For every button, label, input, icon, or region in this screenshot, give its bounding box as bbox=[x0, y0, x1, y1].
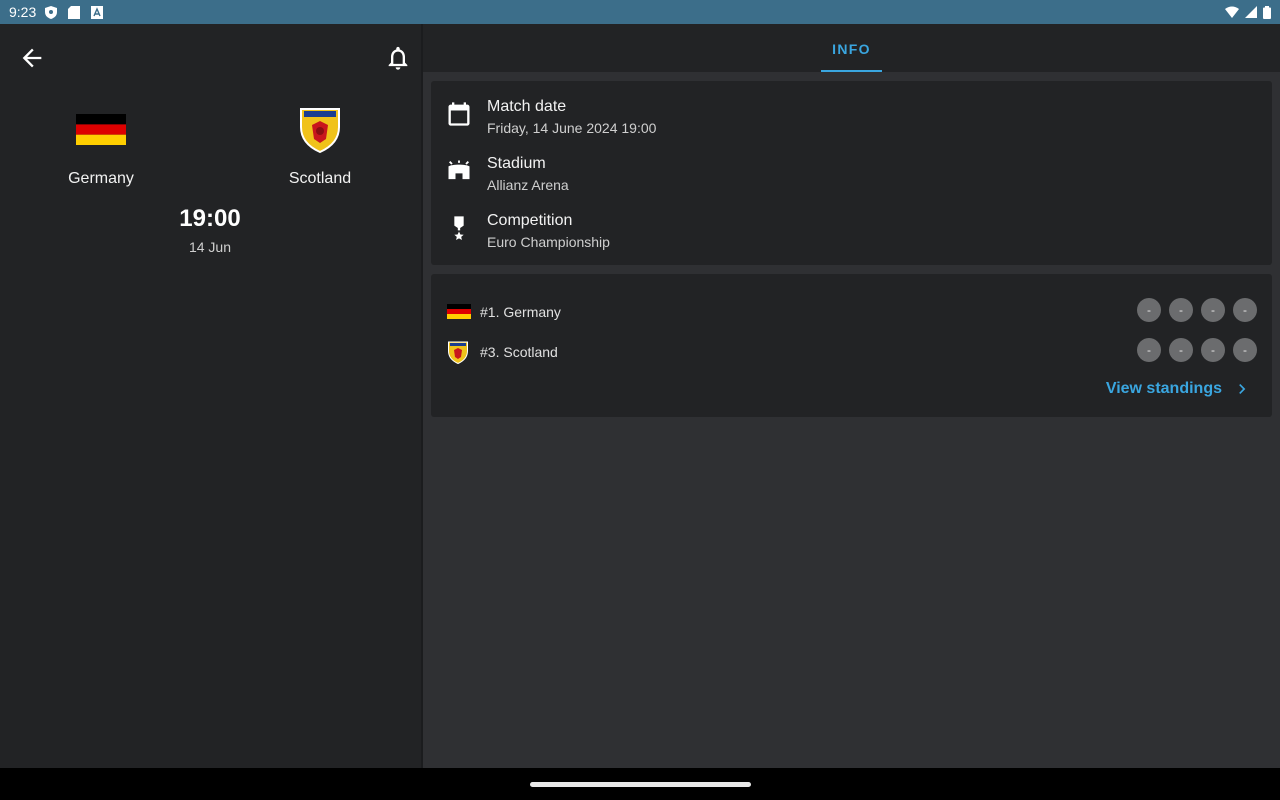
stadium-icon bbox=[448, 160, 470, 180]
form-result: - bbox=[1201, 338, 1225, 362]
form-indicators: - - - - bbox=[1137, 338, 1257, 362]
standings-row[interactable]: #3. Scotland - - - - bbox=[447, 338, 1257, 368]
tab-bar: INFO bbox=[423, 24, 1280, 72]
match-info-card: Match date Friday, 14 June 2024 19:00 St… bbox=[431, 81, 1272, 265]
form-indicators: - - - - bbox=[1137, 298, 1257, 322]
form-result: - bbox=[1137, 298, 1161, 322]
away-team-name: Scotland bbox=[288, 170, 352, 187]
match-header-panel: Germany Scotland 19:00 14 Jun bbox=[0, 24, 421, 768]
germany-flag bbox=[31, 104, 171, 154]
competition-row: Competition Euro Championship bbox=[445, 212, 1245, 252]
system-nav-bar bbox=[0, 768, 1280, 800]
stadium-row: Stadium Allianz Arena bbox=[445, 155, 1245, 195]
chevron-right-icon bbox=[1239, 384, 1246, 394]
standings-card: #1. Germany - - - - #3. Scotland - - - -… bbox=[431, 274, 1272, 417]
font-a-icon bbox=[91, 5, 104, 19]
form-result: - bbox=[1201, 298, 1225, 322]
form-result: - bbox=[1169, 338, 1193, 362]
form-result: - bbox=[1137, 338, 1161, 362]
trophy-icon bbox=[454, 216, 464, 241]
view-standings-label: View standings bbox=[1105, 380, 1222, 397]
back-arrow-icon bbox=[22, 48, 42, 68]
scotland-crest-small bbox=[448, 341, 468, 364]
competition-value: Euro Championship bbox=[487, 234, 610, 250]
away-team[interactable]: Scotland bbox=[250, 104, 390, 188]
stadium-label: Stadium bbox=[487, 155, 546, 172]
kickoff-date: 14 Jun bbox=[188, 239, 232, 255]
home-team-name: Germany bbox=[68, 170, 134, 187]
bell-icon bbox=[388, 46, 408, 70]
stadium-value: Allianz Arena bbox=[487, 177, 569, 193]
sd-card-icon bbox=[68, 5, 81, 19]
match-date-row: Match date Friday, 14 June 2024 19:00 bbox=[445, 98, 1245, 138]
home-team[interactable]: Germany bbox=[31, 104, 171, 188]
match-details-panel: INFO Match date Friday, 14 June 2024 19:… bbox=[423, 24, 1280, 768]
form-result: - bbox=[1169, 298, 1193, 322]
standings-team-label: #3. Scotland bbox=[480, 344, 558, 360]
battery-icon bbox=[1263, 5, 1271, 19]
view-standings-link[interactable]: View standings bbox=[1106, 379, 1252, 399]
match-date-value: Friday, 14 June 2024 19:00 bbox=[487, 120, 657, 136]
tab-indicator bbox=[821, 70, 882, 72]
form-result: - bbox=[1233, 298, 1257, 322]
tab-info-label: INFO bbox=[832, 41, 871, 57]
calendar-icon bbox=[448, 102, 470, 126]
status-time: 9:23 bbox=[9, 4, 37, 20]
standings-row[interactable]: #1. Germany - - - - bbox=[447, 298, 1257, 328]
home-gesture-handle[interactable] bbox=[530, 782, 751, 787]
notifications-button[interactable] bbox=[384, 44, 412, 72]
tab-info[interactable]: INFO bbox=[821, 24, 882, 72]
kickoff-time: 19:00 bbox=[179, 205, 241, 232]
form-result: - bbox=[1233, 338, 1257, 362]
competition-label: Competition bbox=[487, 212, 573, 229]
shield-icon bbox=[45, 5, 58, 19]
germany-flag-small bbox=[447, 304, 471, 319]
match-date-label: Match date bbox=[487, 98, 567, 115]
signal-icon bbox=[1245, 6, 1257, 18]
scotland-crest bbox=[250, 104, 390, 154]
wifi-icon bbox=[1225, 6, 1239, 18]
standings-team-label: #1. Germany bbox=[480, 304, 561, 320]
back-button[interactable] bbox=[18, 44, 46, 72]
status-bar: 9:23 bbox=[0, 0, 1280, 24]
kickoff-block: 19:00 14 Jun bbox=[110, 205, 310, 255]
